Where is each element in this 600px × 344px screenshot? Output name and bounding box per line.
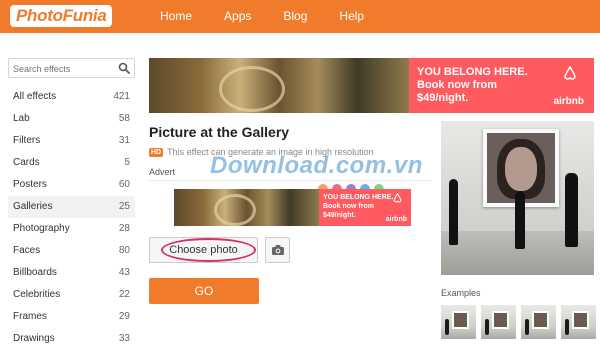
- ad-photo: [174, 189, 319, 226]
- ad-text-panel: YOU BELONG HERE. Book now from $49/night…: [409, 58, 594, 113]
- category-label: Frames: [13, 311, 47, 322]
- category-lab[interactable]: Lab 58: [8, 108, 135, 130]
- category-all-effects[interactable]: All effects 421: [8, 86, 135, 108]
- nav-apps[interactable]: Apps: [224, 0, 251, 33]
- search-box: [8, 58, 135, 78]
- example-thumbnail[interactable]: [441, 305, 476, 339]
- main-nav: Home Apps Blog Help: [160, 0, 396, 33]
- category-count: 421: [113, 91, 130, 102]
- category-count: 80: [118, 245, 130, 256]
- ad-brand: airbnb: [385, 216, 407, 223]
- airbnb-logo-icon: [564, 66, 576, 80]
- ad-text-panel: YOU BELONG HERE. Book now from $49/night…: [319, 189, 411, 226]
- category-label: Billboards: [13, 267, 57, 278]
- category-filters[interactable]: Filters 31: [8, 130, 135, 152]
- category-posters[interactable]: Posters 60: [8, 174, 135, 196]
- category-galleries[interactable]: Galleries 25: [8, 196, 135, 218]
- category-sidebar: All effects 421 Lab 58 Filters 31 Cards 5 Po…: [8, 58, 135, 344]
- category-label: Drawings: [13, 333, 55, 344]
- category-label: Filters: [13, 135, 41, 146]
- category-label: Celebrities: [13, 289, 61, 300]
- visitor-silhouette: [515, 191, 525, 249]
- category-count: 43: [118, 267, 130, 278]
- search-input[interactable]: [13, 60, 113, 78]
- visitor-silhouette: [449, 179, 458, 245]
- page-title: Picture at the Gallery: [149, 124, 290, 140]
- effect-preview-image: [441, 121, 594, 275]
- category-label: Faces: [13, 245, 41, 256]
- category-count: 28: [118, 223, 130, 234]
- category-count: 31: [118, 135, 130, 146]
- category-count: 58: [118, 113, 130, 124]
- category-faces[interactable]: Faces 80: [8, 240, 135, 262]
- category-label: Lab: [13, 113, 30, 124]
- portrait-face: [505, 147, 537, 191]
- highlight-ellipse: [161, 238, 256, 262]
- advert-label: Advert: [149, 167, 176, 177]
- search-icon[interactable]: [118, 62, 130, 74]
- example-thumbnail[interactable]: [521, 305, 556, 339]
- example-thumbnail[interactable]: [561, 305, 596, 339]
- category-count: 33: [118, 333, 130, 344]
- category-photography[interactable]: Photography 28: [8, 218, 135, 240]
- category-cards[interactable]: Cards 5: [8, 152, 135, 174]
- nav-home[interactable]: Home: [160, 0, 192, 33]
- example-thumbnail[interactable]: [481, 305, 516, 339]
- visitor-silhouette: [565, 173, 578, 247]
- category-label: All effects: [13, 91, 57, 102]
- ad-photo: [149, 58, 409, 113]
- category-count: 25: [118, 201, 130, 212]
- category-frames[interactable]: Frames 29: [8, 306, 135, 328]
- top-banner-ad[interactable]: YOU BELONG HERE. Book now from $49/night…: [149, 58, 594, 113]
- examples-label: Examples: [441, 288, 481, 298]
- camera-icon: [271, 245, 284, 255]
- nav-help[interactable]: Help: [339, 0, 364, 33]
- category-drawings[interactable]: Drawings 33: [8, 328, 135, 344]
- airbnb-logo-icon: [393, 193, 402, 203]
- category-list: All effects 421 Lab 58 Filters 31 Cards 5 Po…: [8, 86, 135, 344]
- category-label: Cards: [13, 157, 40, 168]
- category-count: 22: [118, 289, 130, 300]
- example-thumbnails: [441, 305, 596, 339]
- category-label: Posters: [13, 179, 47, 190]
- download-watermark: Download.com.vn: [210, 152, 423, 179]
- go-button[interactable]: GO: [149, 278, 259, 304]
- camera-button[interactable]: [265, 237, 290, 263]
- divider: [149, 180, 431, 181]
- category-celebrities[interactable]: Celebrities 22: [8, 284, 135, 306]
- photofunia-logo[interactable]: PhotoFunia: [10, 5, 113, 27]
- category-count: 5: [124, 157, 130, 168]
- category-billboards[interactable]: Billboards 43: [8, 262, 135, 284]
- category-label: Galleries: [13, 201, 53, 212]
- top-navigation-bar: PhotoFunia Home Apps Blog Help: [0, 0, 600, 33]
- hd-badge: HD: [149, 147, 164, 157]
- category-count: 29: [118, 311, 130, 322]
- ad-brand: airbnb: [553, 96, 584, 107]
- nav-blog[interactable]: Blog: [283, 0, 307, 33]
- inline-banner-ad[interactable]: YOU BELONG HERE. Book now from $49/night…: [174, 189, 411, 226]
- category-count: 60: [118, 179, 130, 190]
- category-label: Photography: [13, 223, 70, 234]
